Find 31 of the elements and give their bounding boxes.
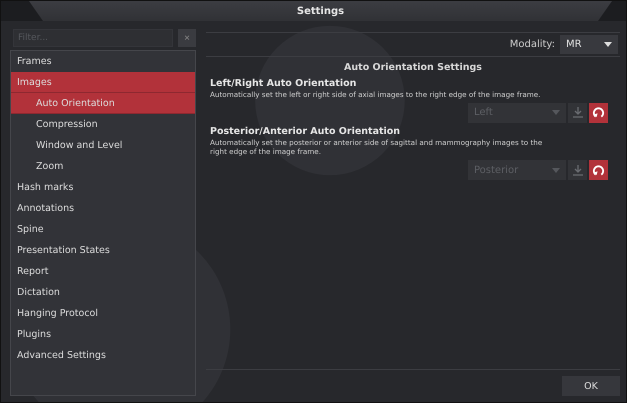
window-title: Settings <box>29 1 612 21</box>
sidebar-item[interactable]: Report <box>11 261 195 282</box>
modality-label: Modality: <box>510 39 555 50</box>
sidebar-item[interactable]: Dictation <box>11 282 195 303</box>
caret-icon <box>552 110 560 116</box>
reset-button[interactable] <box>589 160 608 180</box>
section-title: Auto Orientation Settings <box>343 62 483 73</box>
sidebar-item[interactable]: Hanging Protocol <box>11 303 195 324</box>
sidebar-item[interactable]: Window and Level <box>11 135 195 156</box>
download-icon <box>572 164 582 176</box>
setting-title: Left/Right Auto Orientation <box>210 78 358 89</box>
sidebar-item[interactable]: Compression <box>11 114 195 135</box>
sidebar-item[interactable]: Presentation States <box>11 240 195 261</box>
reset-button[interactable] <box>589 102 608 123</box>
modality-dropdown[interactable]: MR <box>560 35 618 54</box>
sidebar-item[interactable]: Zoom <box>11 156 195 177</box>
sidebar-item[interactable]: Frames <box>11 51 195 72</box>
setting-title: Posterior/Anterior Auto Orientation <box>210 126 402 137</box>
sidebar-item[interactable]: Auto Orientation <box>11 93 195 114</box>
reset-icon <box>592 164 605 177</box>
caret-icon <box>604 42 612 47</box>
sidebar-item[interactable]: Images <box>11 72 195 93</box>
sidebar-item[interactable]: Advanced Settings <box>11 345 195 366</box>
ok-button[interactable]: OK <box>562 376 620 396</box>
sidebar-item[interactable]: Hash marks <box>11 177 195 198</box>
sidebar-item[interactable]: Annotations <box>11 198 195 219</box>
sidebar-item[interactable]: Plugins <box>11 324 195 345</box>
reset-icon <box>592 106 605 120</box>
sidebar-item[interactable]: Spine <box>11 219 195 240</box>
download-icon <box>572 107 582 118</box>
caret-icon <box>552 168 560 173</box>
